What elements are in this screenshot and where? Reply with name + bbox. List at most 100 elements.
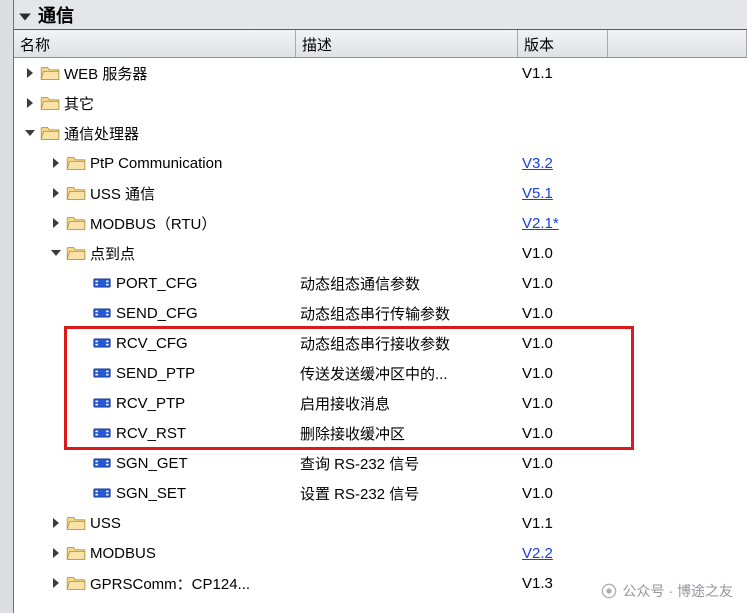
tree-row-version[interactable]: V3.2	[518, 155, 608, 172]
tree-row[interactable]: WEB 服务器 V1.1	[14, 58, 747, 88]
chevron-down-icon[interactable]	[48, 245, 64, 261]
indent	[14, 193, 48, 194]
block-icon	[92, 334, 112, 352]
tree-row[interactable]: GPRSComm：CP124... V1.3	[14, 568, 747, 598]
tree-row-version: V1.0	[518, 275, 608, 292]
tree-row[interactable]: PtP Communication V3.2	[14, 148, 747, 178]
tree-row-label: SGN_SET	[116, 485, 186, 502]
column-header-desc[interactable]: 描述	[296, 30, 518, 57]
chevron-right-icon[interactable]	[48, 155, 64, 171]
indent	[14, 463, 74, 464]
indent	[14, 523, 48, 524]
tree-row[interactable]: 通信处理器	[14, 118, 747, 148]
tree-row[interactable]: USSV1.1	[14, 508, 747, 538]
tree-row-name-cell[interactable]: PORT_CFG	[14, 274, 296, 292]
chevron-right-icon[interactable]	[48, 185, 64, 201]
chevron-right-icon[interactable]	[48, 215, 64, 231]
indent	[14, 163, 48, 164]
chevron-down-icon[interactable]	[22, 125, 38, 141]
indent	[14, 583, 48, 584]
folder-icon	[40, 124, 60, 142]
tree-row-version: V1.3	[518, 575, 608, 592]
block-icon	[92, 424, 112, 442]
tree-row-version[interactable]: V2.1*	[518, 215, 608, 232]
tree-row-desc: 设置 RS-232 信号	[296, 483, 518, 504]
tree-row-label: WEB 服务器	[64, 63, 147, 84]
column-header-name[interactable]: 名称	[14, 30, 296, 57]
tree-row[interactable]: MODBUS（RTU） V2.1*	[14, 208, 747, 238]
tree-row[interactable]: 点到点V1.0	[14, 238, 747, 268]
tree-row-label: SGN_GET	[116, 455, 188, 472]
tree-row-label: PORT_CFG	[116, 275, 197, 292]
left-gutter	[0, 0, 14, 613]
chevron-right-icon[interactable]	[22, 65, 38, 81]
panel-title-bar[interactable]: 通信	[14, 0, 747, 30]
tree-row-name-cell[interactable]: 通信处理器	[14, 123, 296, 144]
tree-row[interactable]: RCV_CFG动态组态串行接收参数V1.0	[14, 328, 747, 358]
column-header-version[interactable]: 版本	[518, 30, 608, 57]
tree-view[interactable]: WEB 服务器 V1.1 其它 通信处理器 PtP Communication V3…	[14, 58, 747, 613]
tree-row[interactable]: 其它	[14, 88, 747, 118]
tree-row-version: V1.0	[518, 305, 608, 322]
tree-row[interactable]: SGN_GET查询 RS-232 信号V1.0	[14, 448, 747, 478]
tree-row-version: V1.0	[518, 395, 608, 412]
block-icon	[92, 454, 112, 472]
tree-row-desc: 动态组态串行传输参数	[296, 303, 518, 324]
chevron-right-icon[interactable]	[22, 95, 38, 111]
tree-row[interactable]: RCV_PTP启用接收消息V1.0	[14, 388, 747, 418]
tree-row-name-cell[interactable]: SGN_SET	[14, 484, 296, 502]
folder-icon	[66, 214, 86, 232]
tree-row-name-cell[interactable]: 点到点	[14, 243, 296, 264]
tree-row-label: USS 通信	[90, 183, 155, 204]
indent	[14, 103, 22, 104]
tree-row[interactable]: MODBUS V2.2	[14, 538, 747, 568]
tree-row[interactable]: PORT_CFG 动态组态通信参数V1.0	[14, 268, 747, 298]
tree-row-label: RCV_CFG	[116, 335, 188, 352]
expander-spacer	[74, 425, 90, 441]
tree-row-name-cell[interactable]: RCV_CFG	[14, 334, 296, 352]
indent	[14, 313, 74, 314]
chevron-right-icon[interactable]	[48, 575, 64, 591]
chevron-right-icon[interactable]	[48, 515, 64, 531]
tree-row-name-cell[interactable]: GPRSComm：CP124...	[14, 573, 296, 594]
tree-row[interactable]: SGN_SET设置 RS-232 信号V1.0	[14, 478, 747, 508]
tree-row-version[interactable]: V5.1	[518, 185, 608, 202]
tree-row-label: MODBUS	[90, 545, 156, 562]
chevron-right-icon[interactable]	[48, 545, 64, 561]
tree-row-name-cell[interactable]: PtP Communication	[14, 154, 296, 172]
indent	[14, 403, 74, 404]
tree-row-name-cell[interactable]: SEND_PTP	[14, 364, 296, 382]
tree-row-version[interactable]: V2.2	[518, 545, 608, 562]
tree-row-desc: 启用接收消息	[296, 393, 518, 414]
tree-row-name-cell[interactable]: WEB 服务器	[14, 63, 296, 84]
tree-row-label: MODBUS（RTU）	[90, 213, 216, 234]
tree-row-name-cell[interactable]: USS	[14, 514, 296, 532]
expander-spacer	[74, 305, 90, 321]
tree-row-version: V1.0	[518, 425, 608, 442]
tree-row[interactable]: RCV_RST删除接收缓冲区V1.0	[14, 418, 747, 448]
collapse-icon[interactable]	[18, 8, 32, 22]
tree-row-name-cell[interactable]: MODBUS	[14, 544, 296, 562]
tree-row-desc: 动态组态通信参数	[296, 273, 518, 294]
tree-row[interactable]: USS 通信 V5.1	[14, 178, 747, 208]
tree-row-name-cell[interactable]: USS 通信	[14, 183, 296, 204]
folder-icon	[66, 514, 86, 532]
tree-row-name-cell[interactable]: SEND_CFG	[14, 304, 296, 322]
folder-icon	[66, 244, 86, 262]
indent	[14, 283, 74, 284]
tree-row-version: V1.1	[518, 65, 608, 82]
tree-row-desc: 查询 RS-232 信号	[296, 453, 518, 474]
block-icon	[92, 394, 112, 412]
block-icon	[92, 484, 112, 502]
folder-icon	[40, 64, 60, 82]
tree-row[interactable]: SEND_PTP传送发送缓冲区中的...V1.0	[14, 358, 747, 388]
folder-icon	[66, 574, 86, 592]
tree-row-name-cell[interactable]: RCV_PTP	[14, 394, 296, 412]
tree-row-name-cell[interactable]: 其它	[14, 93, 296, 114]
tree-row-name-cell[interactable]: MODBUS（RTU）	[14, 213, 296, 234]
folder-icon	[66, 154, 86, 172]
tree-row[interactable]: SEND_CFG动态组态串行传输参数V1.0	[14, 298, 747, 328]
tree-row-name-cell[interactable]: SGN_GET	[14, 454, 296, 472]
tree-row-label: 通信处理器	[64, 123, 139, 144]
tree-row-name-cell[interactable]: RCV_RST	[14, 424, 296, 442]
